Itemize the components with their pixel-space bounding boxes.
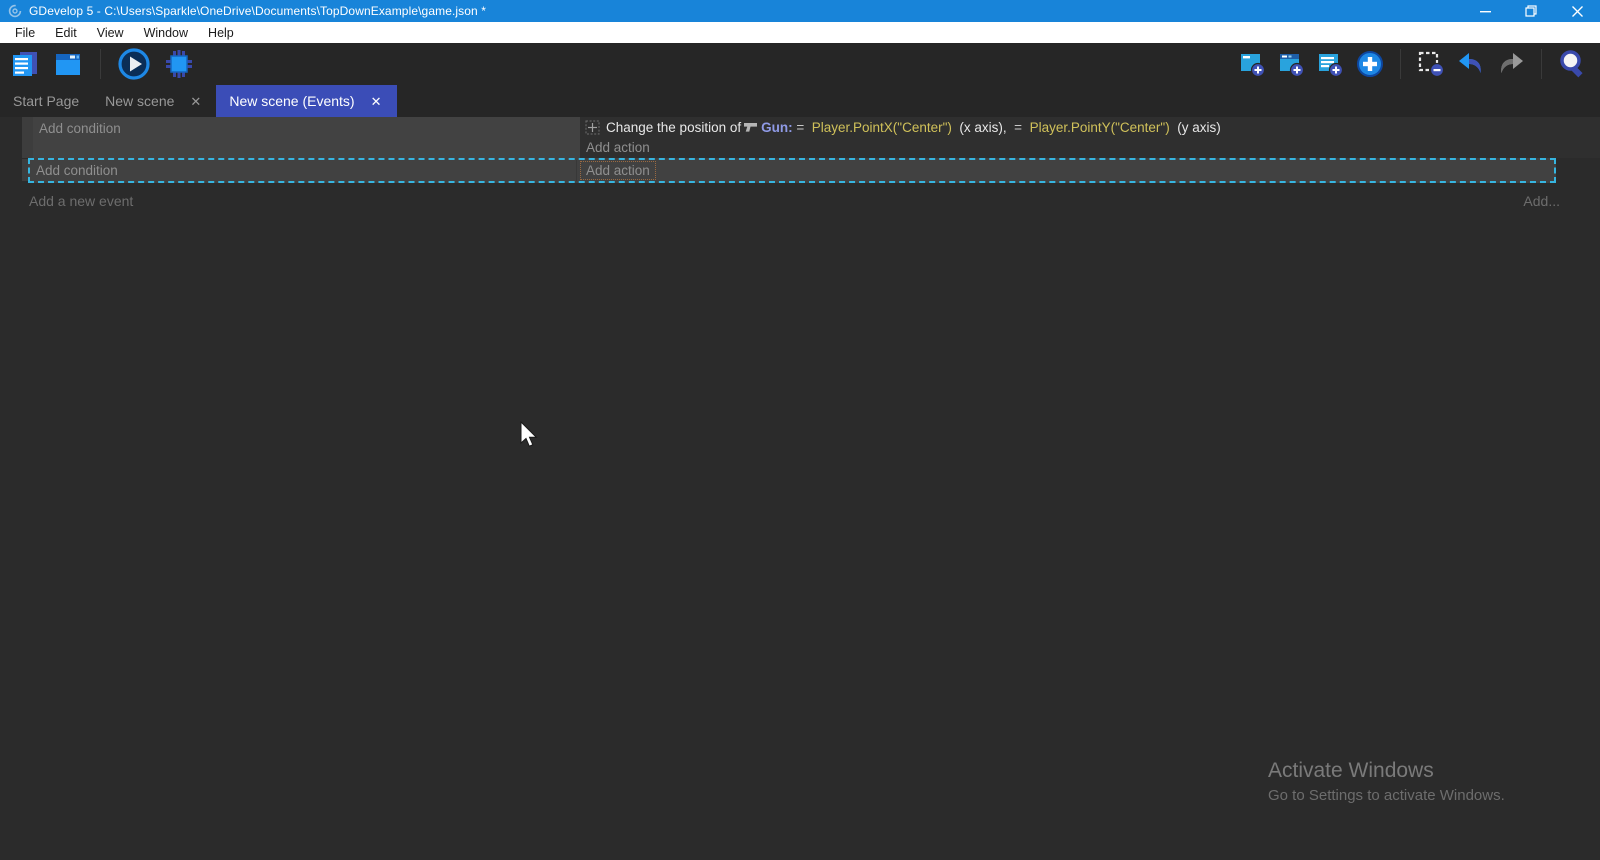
add-comment-icon[interactable] (1317, 51, 1344, 78)
toolbar-divider (1541, 49, 1542, 79)
toolbar-divider (100, 49, 101, 79)
action-equals: = (1014, 120, 1029, 135)
event2-add-condition[interactable]: Add condition (30, 163, 576, 178)
condition-action-divider (576, 160, 577, 181)
tab-bar: Start Page New scene ✕ New scene (Events… (0, 85, 1600, 117)
action-expression-y: Player.PointY("Center") (1030, 120, 1170, 135)
gdevelop-logo-icon (8, 4, 22, 18)
remove-selection-icon[interactable] (1417, 50, 1445, 78)
watermark-title: Activate Windows (1268, 759, 1505, 783)
toolbar-divider (1400, 49, 1401, 79)
add-new-event-button[interactable]: Add a new event (29, 193, 133, 209)
action-object-name: Gun: (761, 120, 793, 135)
tab-new-scene[interactable]: New scene ✕ (92, 85, 216, 117)
close-button[interactable] (1554, 0, 1600, 22)
menu-bar: File Edit View Window Help (0, 22, 1600, 43)
event2-selected[interactable]: Add condition Add action (28, 158, 1556, 183)
menu-window[interactable]: Window (134, 22, 198, 43)
menu-help[interactable]: Help (198, 22, 244, 43)
preview-play-icon[interactable] (118, 48, 150, 80)
undo-icon[interactable] (1457, 51, 1485, 77)
add-subevent-icon[interactable] (1278, 51, 1305, 78)
event2-add-action[interactable]: Add action (580, 161, 656, 180)
action-equals: = (793, 120, 812, 135)
add-event-icon[interactable] (1239, 51, 1266, 78)
action-expression-x: Player.PointX("Center") (812, 120, 952, 135)
event1-add-condition[interactable]: Add condition (33, 117, 580, 158)
position-icon (585, 120, 600, 135)
add-shortcut-button[interactable]: Add... (1523, 193, 1560, 209)
action-text-prefix: Change the position of (606, 120, 741, 135)
tab-label: New scene (Events) (229, 93, 354, 109)
event1-actions: Change the position of Gun: = Player.Poi… (580, 117, 1600, 158)
title-bar: GDevelop 5 - C:\Users\Sparkle\OneDrive\D… (0, 0, 1600, 22)
menu-file[interactable]: File (5, 22, 45, 43)
gun-object-icon (743, 122, 758, 133)
tab-label: New scene (105, 93, 174, 109)
debugger-icon[interactable] (163, 48, 195, 80)
tab-close-icon[interactable]: ✕ (369, 93, 384, 110)
restore-button[interactable] (1508, 0, 1554, 22)
action-text-suffix: (y axis) (1170, 120, 1221, 135)
search-icon[interactable] (1558, 49, 1586, 79)
tab-start-page[interactable]: Start Page (0, 85, 92, 117)
action-text-mid: (x axis), (952, 120, 1014, 135)
event-drag-handle[interactable] (22, 117, 33, 158)
mouse-cursor (519, 421, 539, 449)
menu-edit[interactable]: Edit (45, 22, 87, 43)
toolbar (0, 43, 1600, 85)
menu-view[interactable]: View (87, 22, 134, 43)
window-title: GDevelop 5 - C:\Users\Sparkle\OneDrive\D… (29, 4, 486, 18)
scene-editor-icon[interactable] (53, 49, 83, 79)
add-more-icon[interactable] (1356, 50, 1384, 78)
event1-add-action[interactable]: Add action (580, 138, 1600, 155)
activate-windows-watermark: Activate Windows Go to Settings to activ… (1268, 759, 1505, 804)
tab-close-icon[interactable]: ✕ (188, 93, 203, 110)
action-change-position[interactable]: Change the position of Gun: = Player.Poi… (580, 117, 1600, 138)
project-manager-icon[interactable] (10, 49, 40, 79)
watermark-subtitle: Go to Settings to activate Windows. (1268, 787, 1505, 804)
redo-icon[interactable] (1497, 51, 1525, 77)
tab-label: Start Page (13, 93, 79, 109)
tab-new-scene-events[interactable]: New scene (Events) ✕ (216, 85, 396, 117)
minimize-button[interactable] (1462, 0, 1508, 22)
